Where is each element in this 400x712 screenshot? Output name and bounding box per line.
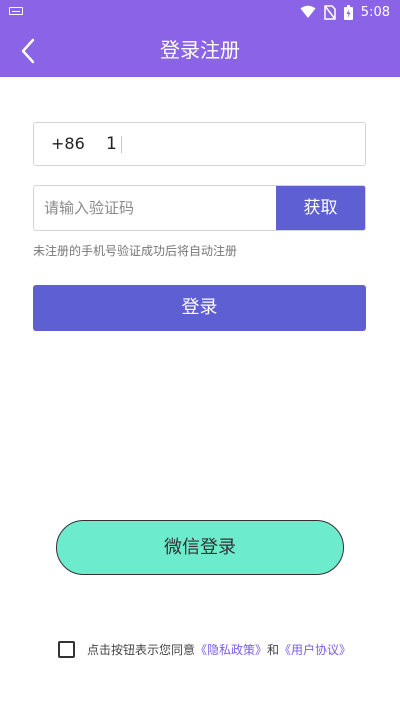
wifi-icon xyxy=(300,5,316,18)
status-time: 5:08 xyxy=(360,4,390,20)
privacy-policy-link[interactable]: 《隐私政策》 xyxy=(195,641,267,658)
agreement-conjunction: 和 xyxy=(267,642,280,657)
user-agreement-link[interactable]: 《用户协议》 xyxy=(279,641,351,658)
phone-input[interactable]: 1 xyxy=(106,123,117,165)
verification-code-row: 获取 xyxy=(33,185,366,231)
app-header: 登录注册 xyxy=(0,24,400,77)
status-indicators: 5:08 xyxy=(300,3,390,21)
agreement-row: 点击按钮表示您同意 《隐私政策》 和 《用户协议》 xyxy=(58,640,351,658)
verification-code-input[interactable] xyxy=(34,186,287,230)
status-bar: 5:08 xyxy=(0,0,400,24)
auto-register-hint: 未注册的手机号验证成功后将自动注册 xyxy=(33,244,238,258)
keyboard-icon xyxy=(9,7,23,15)
page-title: 登录注册 xyxy=(160,38,240,62)
phone-input-row[interactable]: +86 1 xyxy=(33,122,366,166)
phone-divider xyxy=(121,136,122,153)
wechat-login-button[interactable]: 微信登录 xyxy=(56,520,344,575)
agreement-text: 点击按钮表示您同意 xyxy=(87,642,196,657)
battery-icon xyxy=(343,4,353,20)
no-sim-icon xyxy=(324,4,336,20)
country-code[interactable]: +86 xyxy=(51,123,85,165)
get-code-button[interactable]: 获取 xyxy=(276,186,365,230)
login-button[interactable]: 登录 xyxy=(33,285,366,331)
agreement-checkbox[interactable] xyxy=(58,640,75,658)
